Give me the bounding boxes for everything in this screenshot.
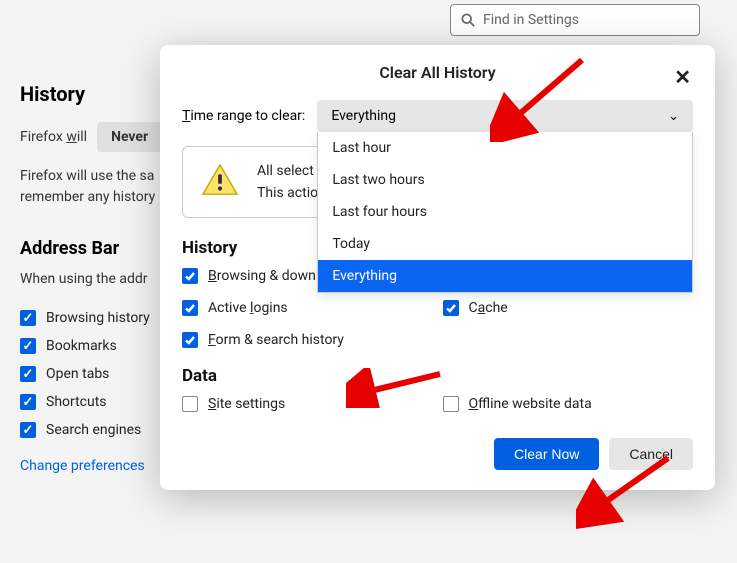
time-range-option[interactable]: Today (318, 228, 692, 260)
data-checkbox-label: Site settings (208, 396, 285, 412)
time-range-option[interactable]: Last four hours (318, 196, 692, 228)
time-range-option[interactable]: Everything (318, 260, 692, 292)
addressbar-option-label: Search engines (46, 422, 141, 438)
modal-data-heading: Data (182, 366, 693, 386)
search-icon (461, 13, 475, 27)
checkbox-icon[interactable] (182, 396, 198, 412)
history-checkbox-label: Cache (469, 300, 508, 316)
checkbox-icon[interactable]: ✓ (20, 394, 36, 410)
time-range-option[interactable]: Last hour (318, 132, 692, 164)
checkbox-icon[interactable]: ✓ (20, 366, 36, 382)
clear-history-dialog: Clear All History ✕ Time range to clear:… (160, 45, 715, 490)
history-checkbox-item[interactable]: Active logins (182, 300, 433, 316)
checkbox-icon[interactable] (443, 396, 459, 412)
time-range-dropdown[interactable]: Everything ⌄ Last hourLast two hoursLast… (317, 100, 693, 132)
firefox-will-label: Firefox will (20, 129, 87, 145)
dropdown-selected-value: Everything (331, 108, 396, 124)
history-checkbox-label: Active logins (208, 300, 288, 316)
time-range-dropdown-list: Last hourLast two hoursLast four hoursTo… (317, 132, 693, 293)
history-checkbox-item[interactable]: Form & search history (182, 332, 433, 348)
addressbar-option-label: Browsing history (46, 310, 150, 326)
warning-icon (201, 163, 239, 201)
checkbox-icon[interactable] (182, 332, 198, 348)
data-checkbox-label: Offline website data (469, 396, 592, 412)
close-icon[interactable]: ✕ (670, 61, 695, 93)
time-range-option[interactable]: Last two hours (318, 164, 692, 196)
addressbar-option-label: Shortcuts (46, 394, 107, 410)
settings-search-input[interactable]: Find in Settings (450, 4, 700, 36)
checkbox-icon[interactable] (182, 300, 198, 316)
search-placeholder: Find in Settings (483, 12, 579, 28)
addressbar-option-label: Open tabs (46, 366, 109, 382)
time-range-label: Time range to clear: (182, 108, 305, 124)
dialog-title: Clear All History (379, 63, 495, 82)
data-checkbox-item[interactable]: Site settings (182, 396, 433, 412)
warning-line-2: This actio (257, 185, 318, 201)
time-range-dropdown-button[interactable]: Everything ⌄ (317, 100, 693, 132)
history-mode-select[interactable]: Never (97, 122, 162, 152)
checkbox-icon[interactable]: ✓ (20, 310, 36, 326)
history-checkbox-label: Form & search history (208, 332, 344, 348)
data-checkbox-item[interactable]: Offline website data (443, 396, 694, 412)
warning-line-1: All select (257, 163, 318, 179)
checkbox-icon[interactable]: ✓ (20, 338, 36, 354)
change-preferences-link[interactable]: Change preferences (20, 458, 145, 474)
checkbox-icon[interactable]: ✓ (20, 422, 36, 438)
chevron-down-icon: ⌄ (668, 109, 679, 124)
clear-now-button[interactable]: Clear Now (494, 438, 599, 470)
checkbox-icon[interactable] (182, 268, 198, 284)
checkbox-icon[interactable] (443, 300, 459, 316)
history-checkbox-item[interactable]: Cache (443, 300, 694, 316)
addressbar-option-label: Bookmarks (46, 338, 117, 354)
cancel-button[interactable]: Cancel (609, 438, 693, 470)
